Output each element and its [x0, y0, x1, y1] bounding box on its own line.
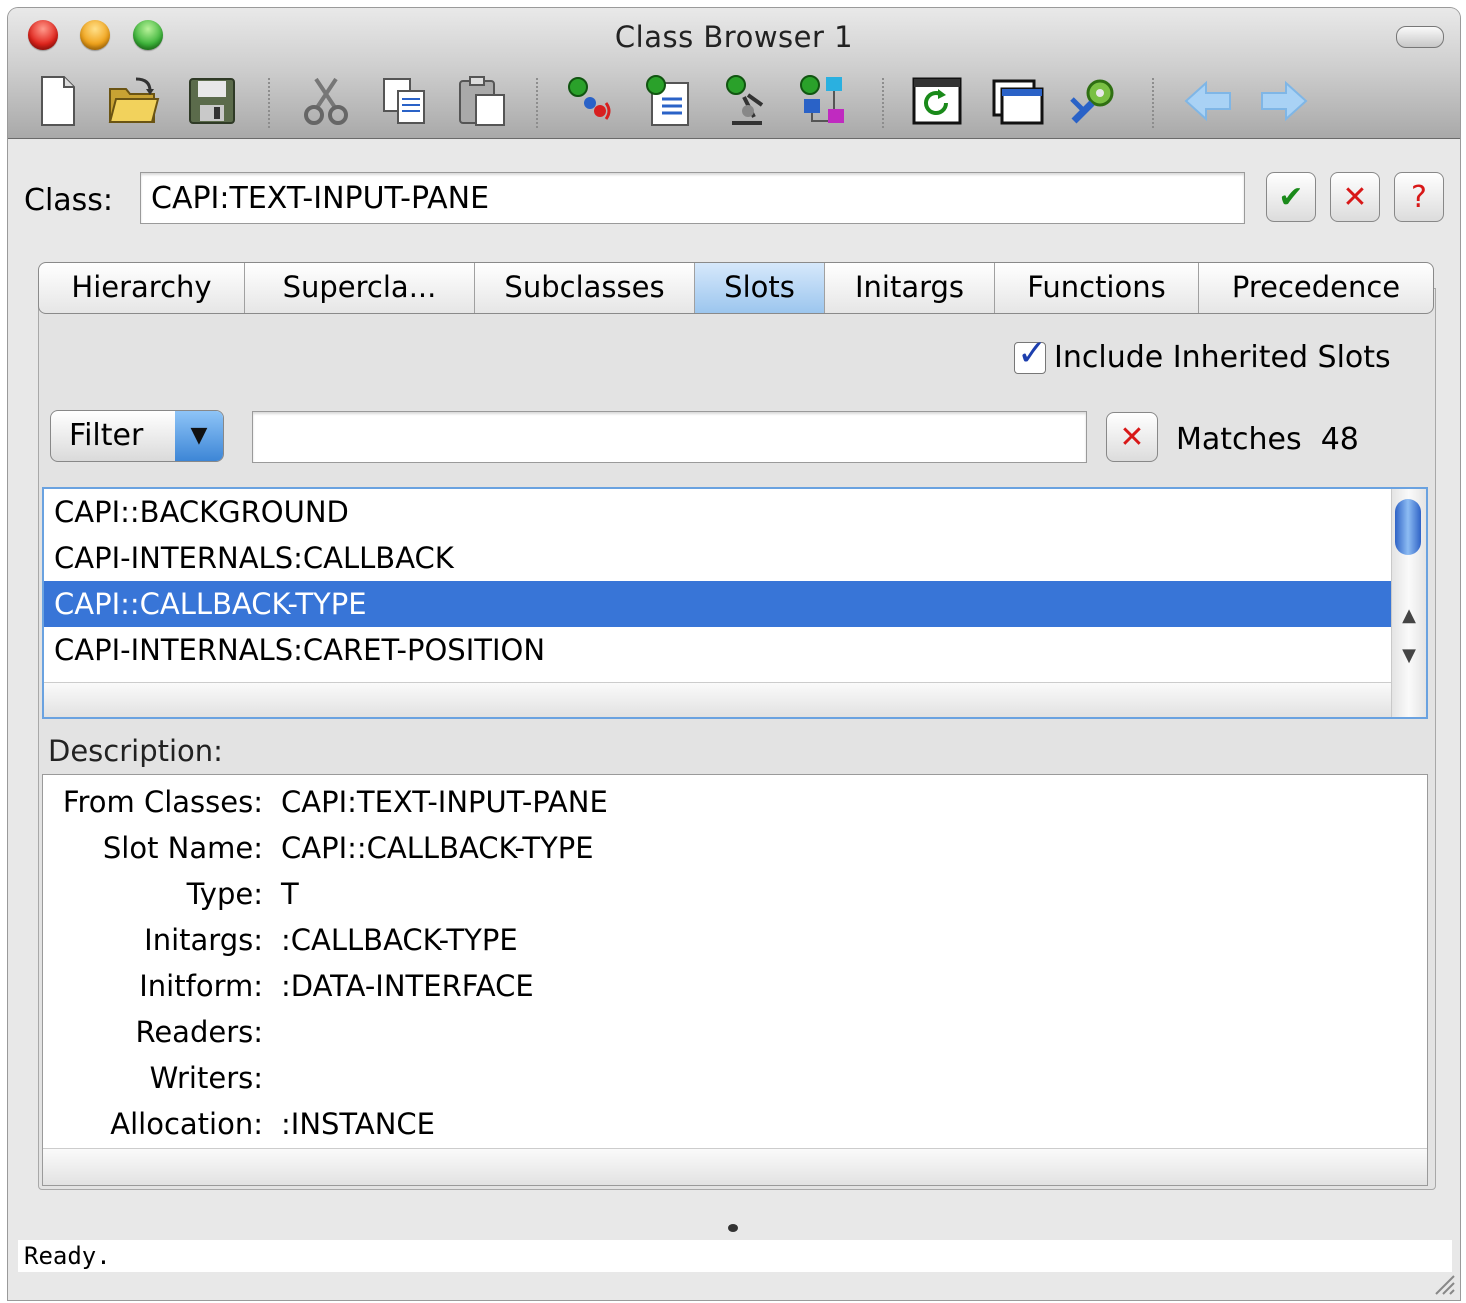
description-key: Initform: — [139, 969, 263, 1003]
forward-arrow-icon[interactable] — [1254, 70, 1314, 132]
scroll-down-icon[interactable]: ▼ — [1392, 645, 1426, 666]
description-pane: From Classes: CAPI:TEXT-INPUT-PANE Slot … — [42, 774, 1428, 1186]
filter-input[interactable] — [252, 411, 1087, 463]
include-inherited-label: Include Inherited Slots — [1054, 340, 1391, 375]
confirm-button[interactable]: ✔ — [1266, 172, 1316, 222]
filter-dropdown-label: Filter — [69, 418, 144, 453]
class-input[interactable]: CAPI:TEXT-INPUT-PANE — [140, 172, 1245, 224]
cross-icon: ✕ — [1119, 419, 1145, 455]
cut-icon[interactable] — [296, 70, 356, 132]
tab-bar: Hierarchy Supercla... Subclasses Slots I… — [38, 262, 1434, 314]
description-value: :DATA-INTERFACE — [281, 969, 534, 1003]
tab-precedence[interactable]: Precedence — [1199, 263, 1433, 313]
toolbar-separator — [268, 78, 270, 128]
description-key: From Classes: — [62, 785, 263, 819]
description-label: Description: — [48, 734, 223, 768]
description-key: Slot Name: — [102, 831, 263, 865]
tab-superclasses[interactable]: Supercla... — [245, 263, 475, 313]
description-row: Writers: — [43, 1055, 1427, 1101]
new-file-icon[interactable] — [28, 70, 88, 132]
save-icon[interactable] — [182, 70, 242, 132]
include-inherited-checkbox[interactable]: ✓ — [1014, 333, 1047, 374]
description-key: Initargs: — [144, 923, 263, 957]
tab-subclasses[interactable]: Subclasses — [475, 263, 695, 313]
browser-icon[interactable] — [716, 70, 776, 132]
chevron-down-icon: ▼ — [175, 411, 223, 461]
description-row: Type: T — [43, 871, 1427, 917]
tab-initargs[interactable]: Initargs — [825, 263, 995, 313]
list-item[interactable]: CAPI-INTERNALS:CARET-POSITION — [44, 627, 1426, 673]
description-value: CAPI::CALLBACK-TYPE — [281, 831, 594, 865]
status-bar: Ready. — [18, 1240, 1452, 1272]
toolbar-separator — [536, 78, 538, 128]
description-value: :CALLBACK-TYPE — [281, 923, 518, 957]
matches-count: 48 — [1320, 422, 1359, 457]
scroll-up-icon[interactable]: ▲ — [1392, 605, 1426, 626]
list-icon[interactable] — [638, 70, 698, 132]
description-row: Initargs: :CALLBACK-TYPE — [43, 917, 1427, 963]
description-key: Readers: — [135, 1015, 263, 1049]
description-key: Allocation: — [110, 1107, 263, 1141]
paste-icon[interactable] — [452, 70, 512, 132]
tab-functions[interactable]: Functions — [995, 263, 1199, 313]
include-inherited-option[interactable]: ✓ Include Inherited Slots — [1014, 333, 1391, 375]
description-row: Allocation: :INSTANCE — [43, 1101, 1427, 1147]
list-item-selected[interactable]: CAPI::CALLBACK-TYPE — [44, 581, 1426, 627]
help-button[interactable]: ? — [1394, 172, 1444, 222]
description-value: CAPI:TEXT-INPUT-PANE — [281, 785, 608, 819]
description-row: From Classes: CAPI:TEXT-INPUT-PANE — [43, 779, 1427, 825]
clear-filter-button[interactable]: ✕ — [1106, 412, 1158, 462]
back-arrow-icon[interactable] — [1178, 70, 1238, 132]
description-row: Readers: — [43, 1009, 1427, 1055]
open-folder-icon[interactable] — [104, 70, 164, 132]
tab-slots[interactable]: Slots — [695, 263, 825, 313]
description-row: Initform: :DATA-INTERFACE — [43, 963, 1427, 1009]
slots-list[interactable]: CAPI::BACKGROUND CAPI-INTERNALS:CALLBACK… — [42, 487, 1428, 719]
pane-splitter-handle[interactable] — [728, 1224, 738, 1232]
description-key: Type: — [186, 877, 263, 911]
inspect-icon[interactable] — [560, 70, 620, 132]
class-label: Class: — [24, 183, 114, 218]
toolbar-separator — [1152, 78, 1154, 128]
description-horizontal-scrollbar[interactable] — [43, 1148, 1427, 1185]
resize-grip-icon[interactable] — [1430, 1270, 1456, 1296]
copy-icon[interactable] — [374, 70, 434, 132]
title-toolbar-area: Class Browser 1 — [8, 8, 1460, 139]
cancel-button[interactable]: ✕ — [1330, 172, 1380, 222]
scroll-thumb[interactable] — [1395, 499, 1421, 555]
refresh-icon[interactable] — [906, 70, 966, 132]
matches-label: Matches — [1176, 422, 1302, 457]
list-item[interactable]: CAPI::BACKGROUND — [44, 489, 1426, 535]
tab-hierarchy[interactable]: Hierarchy — [39, 263, 245, 313]
description-value: :INSTANCE — [281, 1107, 435, 1141]
checkmark-icon: ✔ — [1278, 179, 1304, 215]
class-browser-window: Class Browser 1 Class: CAPI:TEXT-INPUT-P… — [8, 8, 1460, 1300]
filter-dropdown[interactable]: Filter ▼ — [50, 410, 224, 462]
list-vertical-scrollbar[interactable]: ▲ ▼ — [1391, 489, 1426, 717]
description-value: T — [281, 877, 299, 911]
description-row: Slot Name: CAPI::CALLBACK-TYPE — [43, 825, 1427, 871]
question-icon: ? — [1411, 179, 1427, 215]
cross-icon: ✕ — [1342, 179, 1368, 215]
tools-icon[interactable] — [1064, 70, 1124, 132]
description-key: Writers: — [149, 1061, 263, 1095]
list-item[interactable]: CAPI-INTERNALS:CALLBACK — [44, 535, 1426, 581]
list-horizontal-scrollbar[interactable] — [44, 682, 1392, 717]
checkmark-icon: ✓ — [1017, 332, 1048, 374]
window-title: Class Browser 1 — [614, 20, 854, 54]
toolbar-separator — [882, 78, 884, 128]
matches-readout: Matches 48 — [1176, 422, 1359, 457]
window-icon[interactable] — [988, 70, 1048, 132]
graph-icon[interactable] — [794, 70, 854, 132]
toolbar-toggle-button[interactable] — [1396, 26, 1444, 48]
